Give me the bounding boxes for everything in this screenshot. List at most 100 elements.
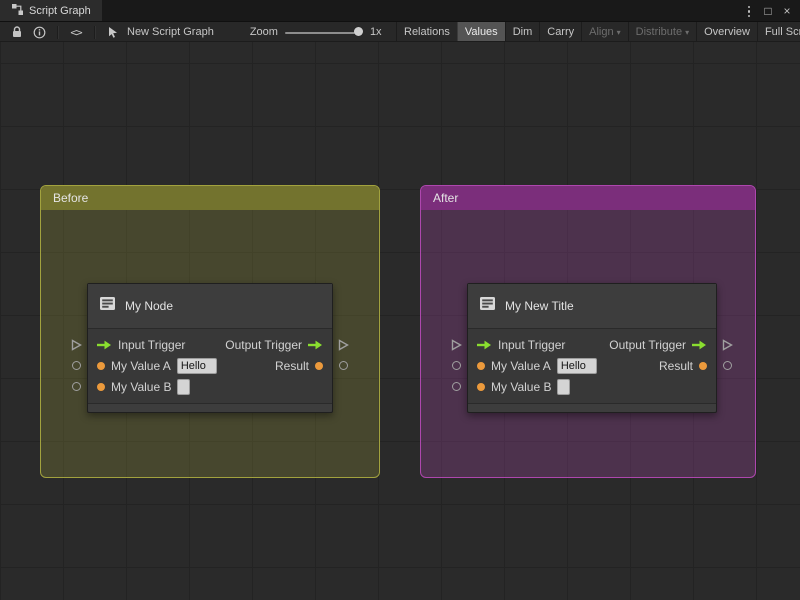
node-wrap-before: My Node Input Trigger Output Trigger My …	[71, 283, 349, 413]
result-connector[interactable]	[723, 361, 732, 370]
port-label: My Value A	[111, 358, 171, 373]
port-label: My Value B	[111, 379, 172, 394]
align-button-label: Align	[589, 26, 614, 38]
value-b-port[interactable]: My Value B	[97, 378, 191, 395]
value-a-field[interactable]	[176, 357, 217, 374]
window-controls: □ ×	[741, 0, 800, 21]
port-row-value-b: My Value B	[468, 376, 716, 397]
node-title: My New Title	[505, 299, 574, 313]
node-port-rows: Input Trigger Output Trigger My Value A …	[468, 329, 716, 403]
node-port-rows: Input Trigger Output Trigger My Value A …	[88, 329, 332, 403]
chevron-down-icon: ▾	[616, 27, 621, 37]
output-trigger-port[interactable]: Output Trigger	[225, 338, 323, 352]
maximize-button[interactable]: □	[760, 0, 776, 22]
distribute-button-label: Distribute	[635, 26, 683, 38]
value-a-field[interactable]	[556, 357, 597, 374]
port-row-value-a: My Value A Result	[468, 355, 716, 376]
zoom-slider[interactable]	[284, 22, 363, 41]
graph-name[interactable]: New Script Graph	[124, 26, 217, 38]
fullscreen-button[interactable]: Full Screen	[756, 22, 800, 41]
distribute-button[interactable]: Distribute ▾	[627, 22, 696, 41]
toolbar-button-cluster: Relations Values Dim Carry Align ▾ Distr…	[396, 22, 800, 41]
node-title: My Node	[125, 299, 174, 313]
port-row-value-b: My Value B	[88, 376, 332, 397]
input-trigger-port[interactable]: Input Trigger	[477, 338, 565, 352]
value-port-icon	[699, 361, 707, 370]
input-trigger-connector[interactable]	[71, 339, 82, 351]
value-a-port[interactable]: My Value A	[477, 357, 597, 374]
lock-icon[interactable]	[6, 22, 28, 41]
value-b-connector[interactable]	[72, 382, 81, 391]
node-header[interactable]: My New Title	[468, 284, 716, 329]
value-a-connector[interactable]	[72, 361, 81, 370]
close-button[interactable]: ×	[779, 0, 795, 22]
info-icon[interactable]	[28, 22, 50, 41]
port-label: My Value B	[491, 379, 552, 394]
node-wrap-after: My New Title Input Trigger Output Trigge…	[451, 283, 733, 413]
value-port-icon	[97, 361, 105, 370]
toolbar-divider	[57, 25, 58, 39]
output-trigger-connector[interactable]	[338, 339, 349, 351]
graph-pointer-icon	[102, 22, 124, 41]
node-my-node[interactable]: My Node Input Trigger Output Trigger My …	[87, 283, 333, 413]
node-footer	[88, 403, 332, 412]
trigger-arrow-icon	[308, 340, 323, 350]
group-before-header[interactable]: Before	[41, 186, 379, 210]
group-after-header[interactable]: After	[421, 186, 755, 210]
unit-icon	[478, 294, 497, 318]
value-b-connector[interactable]	[452, 382, 461, 391]
value-b-field[interactable]	[177, 378, 191, 395]
port-label: My Value A	[491, 358, 551, 373]
trigger-arrow-icon	[692, 340, 707, 350]
port-label: Input Trigger	[118, 337, 186, 352]
align-button[interactable]: Align ▾	[581, 22, 627, 41]
relations-button[interactable]: Relations	[396, 22, 457, 41]
values-button[interactable]: Values	[456, 22, 505, 41]
group-before-label: Before	[53, 191, 89, 205]
zoom-label: Zoom	[249, 26, 278, 38]
result-port[interactable]: Result	[659, 359, 707, 373]
trigger-arrow-icon	[477, 340, 492, 350]
value-b-port[interactable]: My Value B	[477, 378, 571, 395]
port-row-trigger: Input Trigger Output Trigger	[468, 334, 716, 355]
zoom-slider-track	[284, 31, 355, 34]
port-row-trigger: Input Trigger Output Trigger	[88, 334, 332, 355]
value-port-icon	[477, 382, 485, 391]
output-trigger-port[interactable]: Output Trigger	[609, 338, 707, 352]
node-header[interactable]: My Node	[88, 284, 332, 329]
value-b-field[interactable]	[557, 378, 571, 395]
input-trigger-connector[interactable]	[451, 339, 462, 351]
dim-button[interactable]: Dim	[504, 22, 540, 41]
port-label: Input Trigger	[498, 337, 566, 352]
port-row-value-a: My Value A Result	[88, 355, 332, 376]
value-port-icon	[477, 361, 485, 370]
node-footer	[468, 403, 716, 412]
unit-icon	[98, 294, 117, 318]
port-label: Result	[658, 358, 693, 373]
zoom-value: 1x	[369, 26, 382, 38]
group-after-label: After	[433, 191, 459, 205]
result-connector[interactable]	[339, 361, 348, 370]
kebab-menu-icon	[747, 5, 751, 18]
trigger-arrow-icon	[97, 340, 112, 350]
code-icon[interactable]: <>	[65, 22, 87, 41]
port-label: Result	[274, 358, 309, 373]
window-menu-button[interactable]	[741, 0, 757, 22]
chevron-down-icon: ▾	[685, 27, 690, 37]
unity-graph-window: Script Graph □ × <> New Script Graph Zoo…	[0, 0, 800, 600]
value-a-port[interactable]: My Value A	[97, 357, 217, 374]
toolbar-divider	[94, 25, 95, 39]
overview-button[interactable]: Overview	[696, 22, 757, 41]
tab-script-graph[interactable]: Script Graph	[0, 0, 102, 21]
graph-canvas[interactable]: Before After My Node Input Trigger Outpu…	[0, 42, 800, 600]
input-trigger-port[interactable]: Input Trigger	[97, 338, 185, 352]
result-port[interactable]: Result	[275, 359, 323, 373]
value-port-icon	[315, 361, 323, 370]
zoom-slider-knob[interactable]	[353, 27, 363, 36]
value-a-connector[interactable]	[452, 361, 461, 370]
carry-button[interactable]: Carry	[539, 22, 581, 41]
value-port-icon	[97, 382, 105, 391]
output-trigger-connector[interactable]	[722, 339, 733, 351]
node-my-new-title[interactable]: My New Title Input Trigger Output Trigge…	[467, 283, 717, 413]
port-label: Output Trigger	[225, 337, 302, 352]
